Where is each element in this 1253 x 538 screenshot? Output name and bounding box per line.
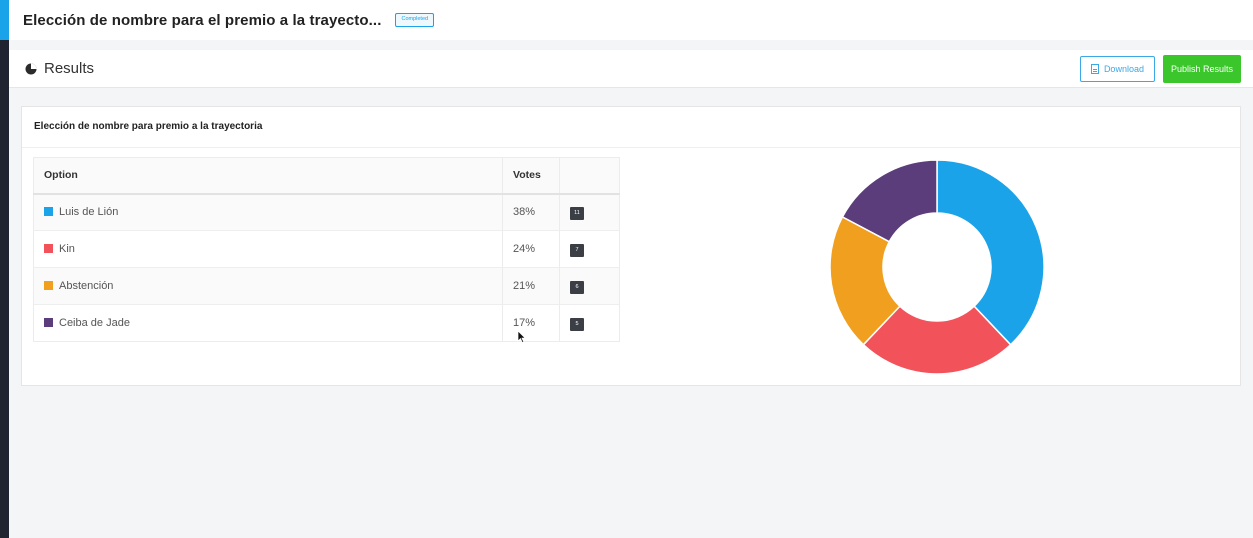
page-title: Elección de nombre para el premio a la t… [23, 11, 382, 29]
panel-title: Elección de nombre para premio a la tray… [34, 121, 263, 132]
color-swatch [44, 207, 53, 217]
download-button[interactable]: Download [1079, 56, 1155, 82]
column-header-votes: Votes [502, 157, 560, 195]
option-cell: Luis de Lión [33, 193, 503, 231]
option-label: Ceiba de Jade [59, 317, 130, 329]
votes-table: Option Votes Luis de Lión 38% 11 Kin 24% 7 Abs… [33, 157, 620, 342]
table-row: Abstención 21% 6 [33, 267, 620, 305]
pie-chart-icon [25, 63, 37, 74]
option-label: Kin [59, 243, 75, 255]
option-cell: Ceiba de Jade [33, 304, 503, 342]
color-swatch [44, 281, 53, 290]
panel-divider [22, 147, 1240, 148]
donut-chart-svg [829, 159, 1045, 375]
table-header-row: Option Votes [33, 157, 620, 195]
vote-percent: 17% [502, 304, 560, 342]
option-cell: Kin [33, 230, 503, 268]
column-header-count [559, 157, 620, 195]
table-row: Kin 24% 7 [33, 230, 620, 268]
color-swatch [44, 244, 53, 253]
left-accent-bar [0, 0, 9, 538]
page-header: Elección de nombre para el premio a la t… [9, 0, 1253, 40]
vote-count-badge: 7 [570, 243, 584, 257]
color-swatch [44, 318, 53, 327]
status-badge: Completed [395, 13, 435, 27]
vote-percent: 21% [502, 267, 560, 305]
download-label: Download [1103, 64, 1144, 74]
vote-percent: 24% [502, 230, 560, 268]
publish-results-button[interactable]: Publish Results [1162, 55, 1241, 83]
count-cell: 6 [559, 267, 620, 305]
vote-count-badge: 11 [570, 206, 584, 220]
table-row: Luis de Lión 38% 11 [33, 193, 620, 231]
option-label: Abstención [59, 280, 114, 292]
count-cell: 7 [559, 230, 620, 268]
document-icon [1090, 64, 1099, 74]
toolbar-actions: Download Publish Results [1079, 55, 1241, 83]
active-accent [0, 0, 9, 40]
vote-count-badge: 5 [570, 317, 584, 331]
results-label: Results [44, 60, 95, 77]
donut-slice-luis-de-li-n [936, 159, 1045, 346]
column-header-option: Option [33, 157, 503, 195]
table-row: Ceiba de Jade 17% 5 [33, 304, 620, 342]
donut-chart [827, 157, 1047, 377]
mouse-cursor-icon [517, 330, 527, 344]
option-label: Luis de Lión [59, 206, 119, 219]
count-cell: 11 [559, 193, 620, 231]
vote-percent: 38% [502, 193, 560, 231]
results-panel: Elección de nombre para premio a la tray… [21, 106, 1241, 386]
count-cell: 5 [559, 304, 620, 342]
vote-count-badge: 6 [570, 280, 584, 294]
option-cell: Abstención [33, 267, 503, 305]
results-toolbar: Results Download Publish Results [9, 50, 1253, 88]
